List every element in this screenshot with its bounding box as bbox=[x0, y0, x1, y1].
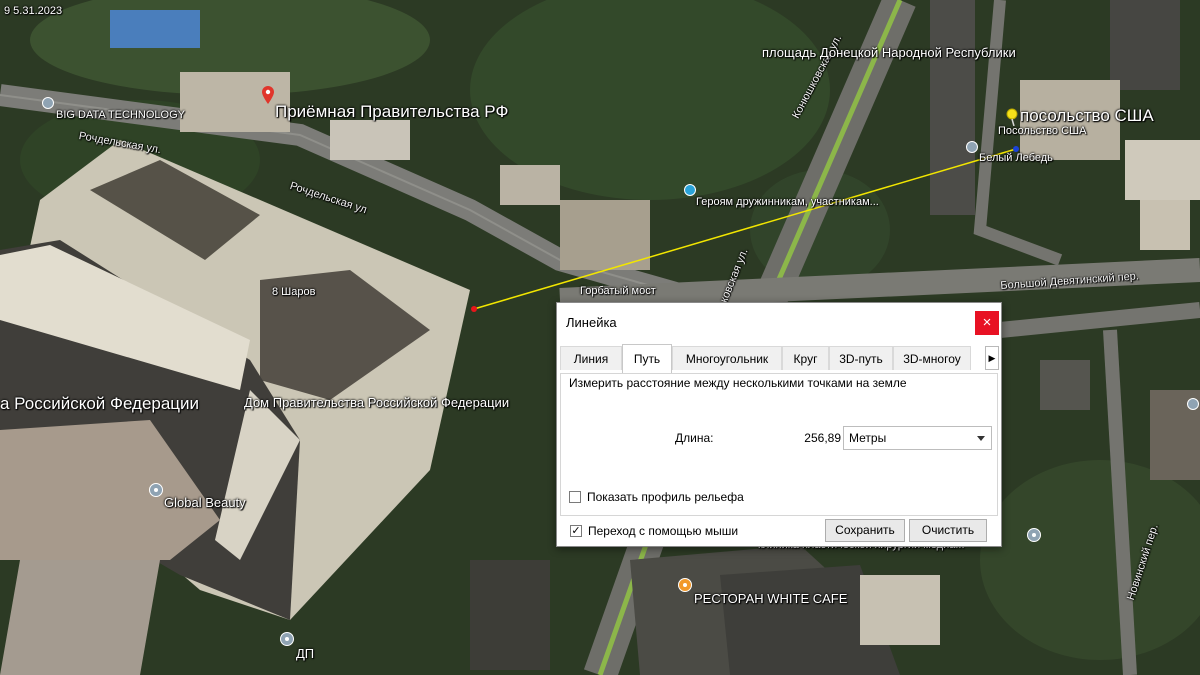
units-select[interactable]: Метры bbox=[843, 426, 992, 450]
restaurant-label[interactable]: РЕСТОРАН WHITE CAFE bbox=[694, 591, 847, 606]
length-value: 256,89 bbox=[804, 431, 841, 445]
ploshchad-label[interactable]: площадь Донецкой Народной Республики bbox=[762, 45, 1016, 60]
gorbaty-most-label[interactable]: Горбатый мост bbox=[580, 285, 656, 297]
place-pin-icon[interactable] bbox=[149, 483, 163, 499]
ruler-tabs: Линия Путь Многоугольник Круг 3D-путь 3D… bbox=[560, 344, 999, 374]
close-button[interactable]: × bbox=[975, 311, 999, 335]
mouse-nav-label[interactable]: Переход с помощью мыши bbox=[588, 524, 738, 538]
ruler-dialog: Линейка × Линия Путь Многоугольник Круг … bbox=[556, 302, 1002, 547]
place-pin-icon[interactable] bbox=[42, 97, 54, 111]
ruler-description: Измерить расстояние между несколькими то… bbox=[569, 376, 907, 390]
ruler-titlebar[interactable]: Линейка × bbox=[557, 303, 1001, 341]
ruler-panel: Измерить расстояние между несколькими то… bbox=[560, 373, 998, 516]
units-selected-value: Метры bbox=[849, 431, 887, 445]
tab-3d-path[interactable]: 3D-путь bbox=[829, 346, 893, 370]
place-pin-icon[interactable] bbox=[1187, 398, 1199, 412]
show-profile-label[interactable]: Показать профиль рельефа bbox=[587, 490, 744, 504]
length-label: Длина: bbox=[675, 431, 714, 445]
big-data-label[interactable]: BIG DATA TECHNOLOGY bbox=[56, 109, 185, 121]
tab-3d-polygon[interactable]: 3D-многоу bbox=[893, 346, 971, 370]
tab-scroll-right-icon[interactable]: ▶ bbox=[985, 346, 999, 370]
reception-label[interactable]: Приёмная Правительства РФ bbox=[275, 102, 508, 122]
monument-pin-icon[interactable] bbox=[684, 184, 696, 198]
place-pin-icon[interactable] bbox=[966, 141, 978, 155]
tab-line[interactable]: Линия bbox=[560, 346, 622, 370]
place-pin-icon[interactable] bbox=[1027, 528, 1041, 544]
ruler-start-point[interactable] bbox=[471, 306, 477, 312]
tab-path[interactable]: Путь bbox=[622, 344, 672, 373]
date-stamp: 9 5.31.2023 bbox=[4, 5, 63, 17]
pushpin-icon[interactable] bbox=[1005, 108, 1019, 126]
federation-label[interactable]: а Российской Федерации bbox=[0, 394, 199, 414]
dom-pravitelstva-label[interactable]: Дом Правительства Российской Федерации bbox=[244, 395, 509, 410]
embassy-label[interactable]: посольство США bbox=[1020, 106, 1154, 126]
restaurant-pin-icon[interactable] bbox=[678, 578, 692, 596]
tab-circle[interactable]: Круг bbox=[782, 346, 829, 370]
geroyam-label[interactable]: Героям дружинникам, участникам... bbox=[696, 196, 879, 208]
place-pin-icon[interactable] bbox=[280, 632, 294, 648]
bely-lebed-label[interactable]: Белый Лебедь bbox=[979, 152, 1053, 164]
tab-polygon[interactable]: Многоугольник bbox=[672, 346, 782, 370]
save-button[interactable]: Сохранить bbox=[825, 519, 905, 542]
chevron-down-icon bbox=[977, 436, 985, 441]
mouse-nav-checkbox[interactable]: ✓ bbox=[570, 525, 582, 537]
show-profile-checkbox[interactable] bbox=[569, 491, 581, 503]
sharov-label[interactable]: 8 Шаров bbox=[272, 286, 315, 298]
ruler-title: Линейка bbox=[566, 315, 617, 330]
clear-button[interactable]: Очистить bbox=[909, 519, 987, 542]
red-pin-icon[interactable] bbox=[262, 86, 274, 104]
dp-label[interactable]: ДП bbox=[296, 646, 314, 661]
embassy-small-label[interactable]: Посольство США bbox=[998, 125, 1086, 137]
global-beauty-label[interactable]: Global Beauty bbox=[164, 495, 246, 510]
